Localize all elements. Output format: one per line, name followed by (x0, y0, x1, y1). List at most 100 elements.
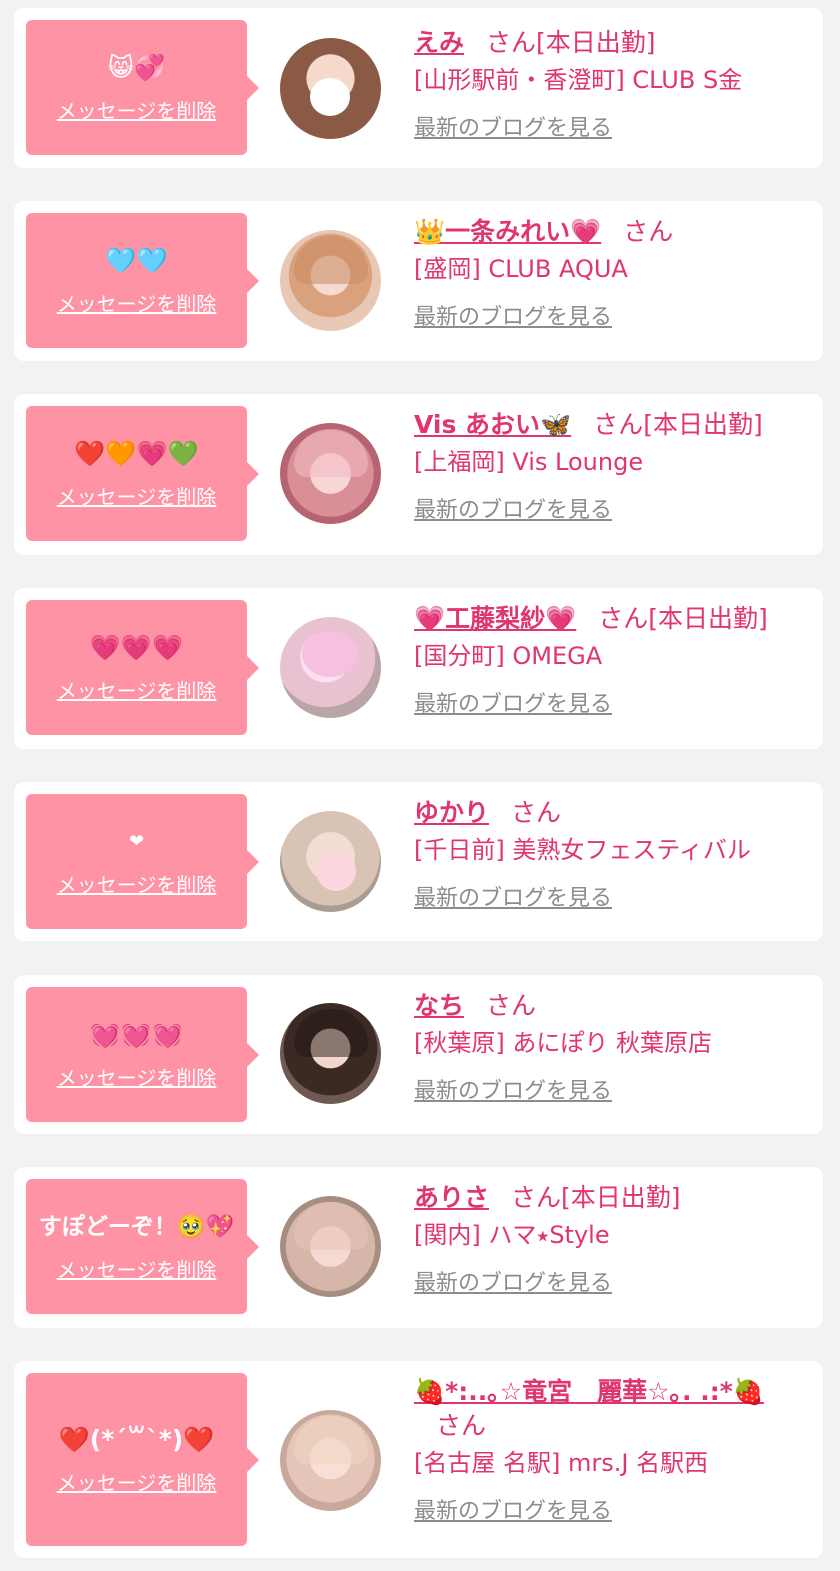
profile-name-link[interactable]: えみ (414, 28, 464, 57)
honorific: さん (511, 798, 562, 827)
profile-title-line: えみ さん[本日出勤] (414, 26, 803, 60)
avatar[interactable] (280, 230, 381, 331)
avatar-hair-shape (294, 1202, 368, 1250)
profile-name-link[interactable]: なち (414, 991, 464, 1020)
profile-title-line: 👑一条みれい💗 さん (414, 215, 803, 249)
avatar[interactable] (280, 38, 381, 139)
profile-info: 👑一条みれい💗 さん [盛岡] CLUB AQUA 最新のブログを見る (414, 215, 803, 333)
message-list: 😸💞 メッセージを削除 えみ さん[本日出勤] [山形駅前・香澄町] CLUB S… (0, 0, 840, 1571)
shop-name: [名古屋 名駅] mrs.J 名駅西 (414, 1449, 709, 1477)
avatar[interactable] (280, 1410, 381, 1511)
list-item: 🩵🩵 メッセージを削除 👑一条みれい💗 さん [盛岡] CLUB AQUA 最新の… (14, 201, 823, 361)
message-bubble: 💓💓💓 メッセージを削除 (26, 987, 259, 1122)
shop-name: [山形駅前・香澄町] CLUB S金 (414, 66, 743, 94)
message-text: ❤ (128, 831, 145, 852)
profile-title-line: ありさ さん[本日出勤] (414, 1181, 803, 1215)
latest-blog-link[interactable]: 最新のブログを見る (414, 303, 803, 333)
latest-blog-link[interactable]: 最新のブログを見る (414, 114, 803, 144)
avatar-face-shape (316, 851, 356, 891)
message-text: ❤️🧡💗💚 (74, 439, 199, 468)
message-bubble: 💗💗💗 メッセージを削除 (26, 600, 259, 735)
message-bubble: すぽどーぞ！🥹💖 メッセージを削除 (26, 1179, 259, 1314)
latest-blog-link[interactable]: 最新のブログを見る (414, 884, 803, 914)
list-item: すぽどーぞ！🥹💖 メッセージを削除 ありさ さん[本日出勤] [関内] ハマ⭑St… (14, 1167, 823, 1328)
honorific: さん (486, 991, 537, 1020)
profile-info: えみ さん[本日出勤] [山形駅前・香澄町] CLUB S金 最新のブログを見る (414, 26, 803, 144)
profile-name-link[interactable]: 🍓*:..｡☆竜宮 麗華☆｡. .:*🍓 (414, 1377, 764, 1406)
message-text: ❤️(*´꒳`*)❤️ (58, 1425, 215, 1454)
shop-name: [上福岡] Vis Lounge (414, 448, 644, 476)
profile-info: 💗工藤梨紗💗 さん[本日出勤] [国分町] OMEGA 最新のブログを見る (414, 602, 803, 720)
avatar[interactable] (280, 811, 381, 912)
profile-title-line: ゆかり さん (414, 796, 803, 830)
message-bubble: ❤ メッセージを削除 (26, 794, 259, 929)
profile-name-link[interactable]: ありさ (414, 1183, 489, 1212)
list-item: ❤️🧡💗💚 メッセージを削除 Vis あおい🦋 さん[本日出勤] [上福岡] Vi… (14, 394, 823, 555)
message-text: 💓💓💓 (89, 1020, 184, 1049)
delete-message-link[interactable]: メッセージを削除 (57, 481, 217, 510)
delete-message-link[interactable]: メッセージを削除 (57, 869, 217, 898)
avatar-face-shape (310, 78, 350, 116)
avatar[interactable] (280, 1003, 381, 1104)
shop-name: [国分町] OMEGA (414, 642, 603, 670)
delete-message-link[interactable]: メッセージを削除 (57, 1062, 217, 1091)
avatar[interactable] (280, 617, 381, 718)
delete-message-link[interactable]: メッセージを削除 (57, 288, 217, 317)
profile-info: なち さん [秋葉原] あにぽり 秋葉原店 最新のブログを見る (414, 989, 803, 1107)
profile-title-line: なち さん (414, 989, 803, 1023)
list-item: 💗💗💗 メッセージを削除 💗工藤梨紗💗 さん[本日出勤] [国分町] OMEGA … (14, 588, 823, 749)
honorific: さん (623, 217, 674, 246)
message-bubble: 🩵🩵 メッセージを削除 (26, 213, 259, 348)
profile-name-link[interactable]: Vis あおい🦋 (414, 410, 571, 439)
honorific: さん (598, 604, 649, 633)
profile-info: 🍓*:..｡☆竜宮 麗華☆｡. .:*🍓 さん [名古屋 名駅] mrs.J 名駅… (414, 1375, 803, 1527)
profile-title-line: Vis あおい🦋 さん[本日出勤] (414, 408, 803, 442)
shop-name: [千日前] 美熟女フェスティバル (414, 836, 751, 864)
shop-name: [盛岡] CLUB AQUA (414, 255, 628, 283)
list-item: 😸💞 メッセージを削除 えみ さん[本日出勤] [山形駅前・香澄町] CLUB S… (14, 8, 823, 168)
message-text: すぽどーぞ！🥹💖 (38, 1214, 235, 1240)
avatar-hair-shape (294, 429, 368, 477)
honorific: さん (593, 410, 644, 439)
message-text: 😸💞 (107, 53, 166, 82)
latest-blog-link[interactable]: 最新のブログを見る (414, 1269, 803, 1299)
profile-name-link[interactable]: 💗工藤梨紗💗 (414, 604, 576, 633)
avatar-face-shape (302, 631, 358, 677)
latest-blog-link[interactable]: 最新のブログを見る (414, 1077, 803, 1107)
profile-name-link[interactable]: 👑一条みれい💗 (414, 217, 601, 246)
status-badge: [本日出勤] (648, 604, 768, 633)
avatar-hair-shape (294, 236, 368, 284)
avatar-hair-shape (294, 1009, 368, 1057)
message-bubble: 😸💞 メッセージを削除 (26, 20, 259, 155)
latest-blog-link[interactable]: 最新のブログを見る (414, 690, 803, 720)
list-item: ❤ メッセージを削除 ゆかり さん [千日前] 美熟女フェスティバル 最新のブログ… (14, 782, 823, 941)
honorific: さん (486, 28, 537, 57)
avatar[interactable] (280, 1196, 381, 1297)
profile-info: Vis あおい🦋 さん[本日出勤] [上福岡] Vis Lounge 最新のブログ… (414, 408, 803, 526)
delete-message-link[interactable]: メッセージを削除 (57, 675, 217, 704)
profile-info: ありさ さん[本日出勤] [関内] ハマ⭑Style 最新のブログを見る (414, 1181, 803, 1299)
shop-name: [秋葉原] あにぽり 秋葉原店 (414, 1029, 712, 1057)
message-bubble: ❤️🧡💗💚 メッセージを削除 (26, 406, 259, 541)
profile-info: ゆかり さん [千日前] 美熟女フェスティバル 最新のブログを見る (414, 796, 803, 914)
message-bubble: ❤️(*´꒳`*)❤️ メッセージを削除 (26, 1373, 259, 1546)
honorific: さん (436, 1411, 487, 1440)
message-text: 💗💗💗 (89, 633, 184, 662)
status-badge: [本日出勤] (536, 28, 656, 57)
latest-blog-link[interactable]: 最新のブログを見る (414, 1497, 803, 1527)
avatar-hair-shape (294, 1416, 368, 1464)
profile-title-line: 🍓*:..｡☆竜宮 麗華☆｡. .:*🍓 さん (414, 1375, 803, 1443)
delete-message-link[interactable]: メッセージを削除 (57, 1254, 217, 1283)
profile-name-link[interactable]: ゆかり (414, 798, 489, 827)
shop-name: [関内] ハマ⭑Style (414, 1221, 610, 1249)
status-badge: [本日出勤] (561, 1183, 681, 1212)
latest-blog-link[interactable]: 最新のブログを見る (414, 496, 803, 526)
status-badge: [本日出勤] (643, 410, 763, 439)
profile-title-line: 💗工藤梨紗💗 さん[本日出勤] (414, 602, 803, 636)
delete-message-link[interactable]: メッセージを削除 (57, 95, 217, 124)
list-item: 💓💓💓 メッセージを削除 なち さん [秋葉原] あにぽり 秋葉原店 最新のブログ… (14, 975, 823, 1134)
avatar[interactable] (280, 423, 381, 524)
honorific: さん (511, 1183, 562, 1212)
message-text: 🩵🩵 (105, 246, 168, 275)
delete-message-link[interactable]: メッセージを削除 (57, 1467, 217, 1496)
